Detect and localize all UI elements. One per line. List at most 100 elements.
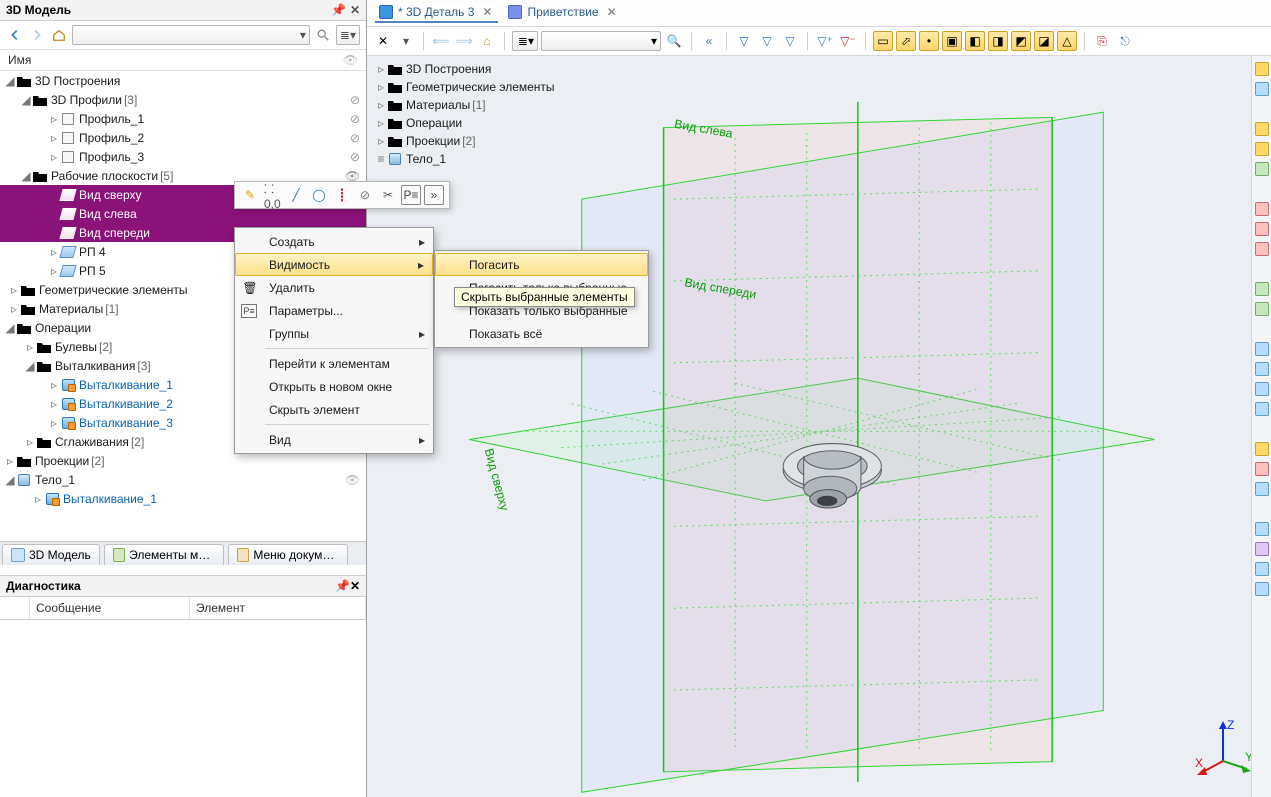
strip-icon[interactable] (1255, 382, 1269, 396)
cut-icon[interactable]: ✂ (378, 185, 398, 205)
back-icon[interactable] (6, 26, 24, 44)
diagnostics-grid[interactable]: Сообщение Элемент (0, 597, 366, 797)
tab-doc-menu[interactable]: Меню документ... (228, 544, 348, 565)
ctx-delete[interactable]: 🗑Удалить (235, 276, 433, 299)
params-icon[interactable]: P≡ (401, 185, 421, 205)
strip-icon[interactable] (1255, 562, 1269, 576)
tab-3d-model[interactable]: 3D Модель (2, 544, 100, 565)
close-icon[interactable]: ✕ (482, 5, 492, 19)
strip-icon[interactable] (1255, 302, 1269, 316)
strip-icon[interactable] (1255, 582, 1269, 596)
filter-combo[interactable]: ▾ (541, 31, 661, 51)
strip-icon[interactable] (1255, 62, 1269, 76)
filter-icon[interactable]: ▽ (734, 31, 754, 51)
ctx-visibility[interactable]: Видимость▸ (235, 253, 433, 276)
hidden-icon[interactable]: ⊘ (350, 93, 360, 107)
viewmode-persp-icon[interactable]: △ (1057, 31, 1077, 51)
link-view-icon[interactable]: ⎋ (1115, 31, 1135, 51)
twisty-icon[interactable]: ◢ (4, 74, 16, 88)
filter-icon[interactable]: ▽ (757, 31, 777, 51)
ctx-sub-hide[interactable]: Погасить (435, 253, 648, 276)
ctx-open-new[interactable]: Открыть в новом окне (235, 375, 433, 398)
visible-icon[interactable]: 👁 (345, 473, 360, 487)
home-icon[interactable]: ⌂ (477, 31, 497, 51)
strip-icon[interactable] (1255, 522, 1269, 536)
dropdown-icon[interactable]: ▾ (396, 31, 416, 51)
pin-icon[interactable]: 📌 (335, 579, 350, 593)
close-icon[interactable]: ✕ (350, 579, 360, 593)
twisty-icon[interactable]: ◢ (20, 93, 32, 107)
close-icon[interactable]: ✕ (350, 3, 360, 17)
strip-icon[interactable] (1255, 282, 1269, 296)
ctx-goto[interactable]: Перейти к элементам (235, 352, 433, 375)
doc-tab-welcome[interactable]: Приветствие ✕ (504, 3, 622, 23)
floating-toolbar[interactable]: ✎ ⸬0,0 ╱ ◯ ┋ ⊘ ✂ P≡ » (234, 181, 450, 209)
search-icon[interactable] (314, 26, 332, 44)
list-options-combo[interactable]: ≣▾ (336, 25, 360, 45)
address-combo[interactable]: ▾ (72, 25, 310, 45)
origin-icon[interactable]: ⸬0,0 (263, 185, 283, 205)
viewmode-hidden-icon[interactable]: ◪ (1034, 31, 1054, 51)
ctx-hide-elem[interactable]: Скрыть элемент (235, 398, 433, 421)
home-icon[interactable] (50, 26, 68, 44)
list-combo[interactable]: ≣▾ (512, 31, 538, 51)
strip-icon[interactable] (1255, 402, 1269, 416)
strip-icon[interactable] (1255, 462, 1269, 476)
strip-icon[interactable] (1255, 82, 1269, 96)
viewmode-shade-icon[interactable]: ◨ (988, 31, 1008, 51)
viewmode-wire-icon[interactable]: ◩ (1011, 31, 1031, 51)
tree-profile-1[interactable]: ▹Профиль_1⊘ (0, 109, 366, 128)
tree-profile-2[interactable]: ▹Профиль_2⊘ (0, 128, 366, 147)
filter-add-icon[interactable]: ▽⁺ (815, 31, 835, 51)
hidden-icon[interactable]: ⊘ (350, 150, 360, 164)
ctx-view[interactable]: Вид▸ (235, 428, 433, 451)
strip-icon[interactable] (1255, 542, 1269, 556)
viewmode-iso-icon[interactable]: ◧ (965, 31, 985, 51)
forward-icon[interactable] (28, 26, 46, 44)
strip-icon[interactable] (1255, 202, 1269, 216)
twisty-icon[interactable]: ◢ (20, 169, 32, 183)
viewmode-line-icon[interactable]: ⬀ (896, 31, 916, 51)
strip-icon[interactable] (1255, 362, 1269, 376)
collapse-icon[interactable]: « (699, 31, 719, 51)
doc-tab-3d-detail[interactable]: * 3D Деталь 3 ✕ (375, 3, 498, 23)
tree-profiles[interactable]: ◢ 3D Профили [3] ⊘ (0, 90, 366, 109)
tree-body1[interactable]: ◢Тело_1👁 (0, 470, 366, 489)
close-icon[interactable]: ✕ (373, 31, 393, 51)
strip-icon[interactable] (1255, 122, 1269, 136)
hide-icon[interactable]: ⊘ (355, 185, 375, 205)
search-icon[interactable]: 🔍 (664, 31, 684, 51)
tree-body1-extr1[interactable]: ▹Выталкивание_1 (0, 489, 366, 508)
tree-profile-3[interactable]: ▹Профиль_3⊘ (0, 147, 366, 166)
tab-elements[interactable]: Элементы моде... (104, 544, 224, 565)
strip-icon[interactable] (1255, 162, 1269, 176)
ctx-params[interactable]: P≡Параметры... (235, 299, 433, 322)
edit-sketch-icon[interactable]: ✎ (240, 185, 260, 205)
context-menu[interactable]: Создать▸ Видимость▸ 🗑Удалить P≡Параметры… (234, 227, 434, 454)
back-icon[interactable]: ⟸ (431, 31, 451, 51)
axis-gizmo[interactable]: Z X Y (1193, 719, 1253, 779)
viewmode-point-icon[interactable]: • (919, 31, 939, 51)
circle-icon[interactable]: ◯ (309, 185, 329, 205)
ctx-create[interactable]: Создать▸ (235, 230, 433, 253)
close-icon[interactable]: ✕ (607, 5, 617, 19)
filter-remove-icon[interactable]: ▽⁻ (838, 31, 858, 51)
visibility-column-icon[interactable]: 👁 (343, 53, 358, 67)
constraint-icon[interactable]: ┋ (332, 185, 352, 205)
copy-view-icon[interactable]: ⎘ (1092, 31, 1112, 51)
strip-icon[interactable] (1255, 142, 1269, 156)
strip-icon[interactable] (1255, 342, 1269, 356)
forward-icon[interactable]: ⟹ (454, 31, 474, 51)
line-icon[interactable]: ╱ (286, 185, 306, 205)
viewmode-front-icon[interactable]: ▣ (942, 31, 962, 51)
strip-icon[interactable] (1255, 482, 1269, 496)
hidden-icon[interactable]: ⊘ (350, 112, 360, 126)
strip-icon[interactable] (1255, 442, 1269, 456)
more-icon[interactable]: » (424, 185, 444, 205)
viewmode-box-icon[interactable]: ▭ (873, 31, 893, 51)
tree-3d-builds[interactable]: ◢ 3D Построения (0, 71, 366, 90)
strip-icon[interactable] (1255, 242, 1269, 256)
strip-icon[interactable] (1255, 222, 1269, 236)
hidden-icon[interactable]: ⊘ (350, 131, 360, 145)
ctx-sub-show-all[interactable]: Показать всё (435, 322, 648, 345)
